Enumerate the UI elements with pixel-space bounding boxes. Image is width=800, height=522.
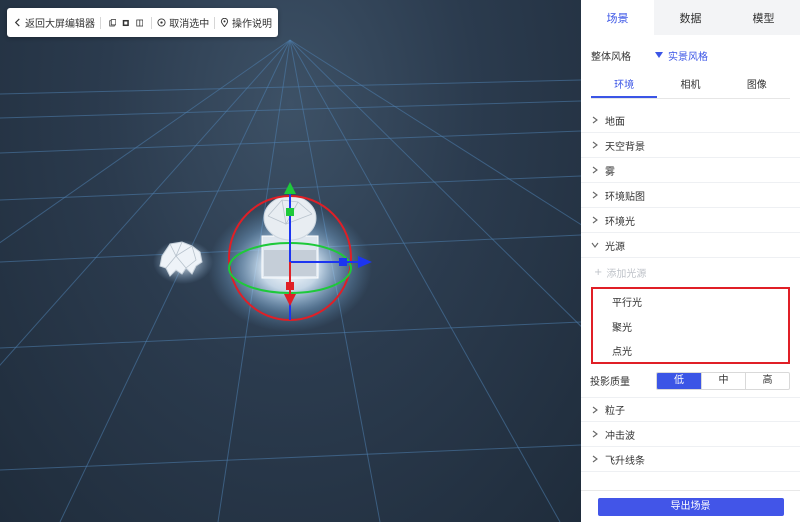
- section-label: 飞升线条: [605, 455, 645, 467]
- toolbar-divider: [214, 16, 215, 29]
- section-label: 环境贴图: [605, 191, 645, 203]
- section-rising-lines[interactable]: 飞升线条: [581, 447, 800, 472]
- chevron-right-icon: [592, 430, 598, 438]
- light-type-menu: 平行光 聚光 点光: [591, 287, 790, 364]
- chevron-right-icon: [592, 455, 598, 463]
- selected-model[interactable]: [226, 180, 376, 325]
- style-select[interactable]: 实景风格: [655, 48, 708, 63]
- shadow-quality-row: 投影质量 低 中 高: [581, 364, 800, 397]
- section-label: 地面: [605, 116, 625, 128]
- section-fog[interactable]: 雾: [581, 158, 800, 183]
- editor-toolbar: 返回大屏编辑器 取消选中 操作说明: [7, 8, 278, 37]
- x-axis-arrow: [358, 256, 372, 268]
- chevron-right-icon: [592, 216, 598, 224]
- scene-viewport[interactable]: 返回大屏编辑器 取消选中 操作说明: [0, 0, 581, 522]
- back-to-editor-label: 返回大屏编辑器: [25, 19, 95, 30]
- back-to-editor-button[interactable]: 返回大屏编辑器: [13, 15, 95, 30]
- add-light-button[interactable]: + 添加光源: [581, 258, 800, 287]
- section-label: 天空背景: [605, 141, 645, 153]
- tab-environment[interactable]: 环境: [591, 75, 658, 98]
- section-label: 粒子: [605, 406, 625, 417]
- caret-down-icon: [655, 52, 663, 58]
- deselect-button[interactable]: 取消选中: [157, 15, 209, 30]
- operation-guide-label: 操作说明: [231, 19, 272, 30]
- tab-image[interactable]: 图像: [724, 75, 790, 98]
- y-axis-arrow: [284, 182, 296, 194]
- top-tabs: 场景 数据 模型: [581, 0, 800, 35]
- overall-style-row: 整体风格 实景风格: [581, 35, 800, 75]
- section-environment-map[interactable]: 环境贴图: [581, 183, 800, 208]
- deselect-label: 取消选中: [169, 19, 210, 30]
- operation-guide-button[interactable]: 操作说明: [220, 15, 272, 30]
- chevron-right-icon: [592, 116, 598, 124]
- section-label: 环境光: [605, 216, 635, 228]
- copy-icon[interactable]: [109, 18, 117, 28]
- export-scene-button[interactable]: 导出场景: [597, 497, 784, 516]
- section-label: 光源: [605, 241, 625, 253]
- shadow-quality-segmented: 低 中 高: [656, 371, 790, 390]
- chevron-left-icon: [14, 18, 20, 27]
- section-ground[interactable]: 地面: [581, 108, 800, 133]
- location-pin-icon: [220, 18, 229, 27]
- tab-data[interactable]: 数据: [654, 0, 727, 35]
- tab-camera[interactable]: 相机: [657, 75, 723, 98]
- toolbar-divider: [151, 16, 153, 29]
- duplicate-icon[interactable]: [136, 18, 144, 28]
- light-type-spot[interactable]: 聚光: [593, 317, 788, 342]
- animal-model[interactable]: [156, 236, 208, 280]
- tab-scene[interactable]: 场景: [581, 0, 654, 35]
- section-particles[interactable]: 粒子: [581, 397, 800, 422]
- export-footer: 导出场景: [581, 490, 800, 522]
- light-type-point[interactable]: 点光: [593, 341, 788, 366]
- quality-high-button[interactable]: 高: [745, 372, 789, 389]
- target-icon: [157, 18, 166, 27]
- light-type-directional[interactable]: 平行光: [593, 292, 788, 317]
- section-light-source[interactable]: 光源: [581, 233, 800, 258]
- chevron-right-icon: [592, 166, 598, 174]
- chevron-right-icon: [592, 141, 598, 149]
- overall-style-label: 整体风格: [591, 51, 631, 63]
- paste-icon[interactable]: [122, 18, 130, 28]
- plus-icon: +: [594, 267, 603, 278]
- section-ambient-light[interactable]: 环境光: [581, 208, 800, 233]
- section-label: 雾: [605, 166, 615, 178]
- sub-tabs: 环境 相机 图像: [591, 75, 790, 99]
- chevron-down-icon: [591, 242, 599, 248]
- properties-panel: 场景 数据 模型 整体风格 实景风格 环境 相机 图像 地面 天空背景 雾 环境…: [581, 0, 800, 522]
- style-select-value: 实景风格: [668, 51, 708, 63]
- chevron-right-icon: [592, 406, 598, 413]
- quality-low-button[interactable]: 低: [657, 372, 701, 389]
- quality-medium-button[interactable]: 中: [701, 372, 745, 389]
- z-axis-arrow: [284, 294, 296, 306]
- toolbar-divider: [100, 16, 101, 29]
- chevron-right-icon: [592, 191, 598, 199]
- section-shockwave[interactable]: 冲击波: [581, 422, 800, 447]
- shadow-quality-label: 投影质量: [590, 377, 630, 388]
- section-label: 冲击波: [605, 430, 635, 442]
- add-light-label: 添加光源: [606, 269, 647, 280]
- section-sky-background[interactable]: 天空背景: [581, 133, 800, 158]
- tab-model[interactable]: 模型: [727, 0, 800, 35]
